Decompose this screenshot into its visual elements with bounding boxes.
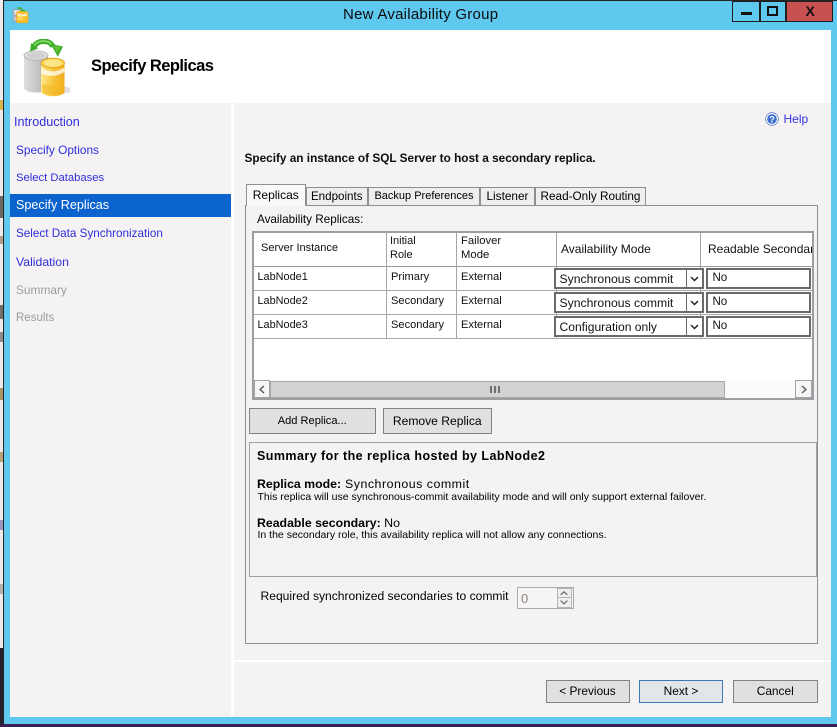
svg-text:?: ? [769,114,775,125]
